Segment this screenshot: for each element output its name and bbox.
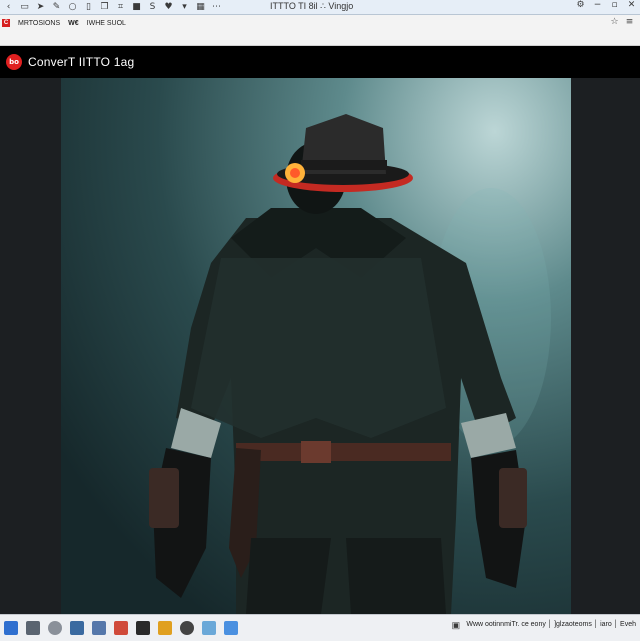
bookmarks-bar: C MRTOSIONS W€ IWHE SUOL ☆ ≡ xyxy=(0,15,640,46)
record-icon[interactable] xyxy=(180,621,194,635)
bookmark-item-1[interactable]: MRTOSIONS xyxy=(18,20,60,27)
artwork-image[interactable] xyxy=(61,78,571,614)
heart-icon[interactable]: ♥ xyxy=(164,2,173,12)
window-controls: ⚙ − ▫ ✕ xyxy=(576,1,636,10)
crop-icon[interactable]: ⌗ xyxy=(116,2,125,12)
cursor-icon[interactable]: ➤ xyxy=(36,2,45,12)
window-title: ITTTO TI 8il ∴ Vingjo xyxy=(270,1,354,11)
dots-icon[interactable]: ⋯ xyxy=(212,2,221,12)
bookmarks-right: ☆ ≡ xyxy=(610,18,634,27)
right-gauntlet xyxy=(499,468,527,528)
left-gauntlet xyxy=(149,468,179,528)
star-icon[interactable]: ☆ xyxy=(610,18,619,27)
file-icon[interactable] xyxy=(202,621,216,635)
image-icon[interactable] xyxy=(224,621,238,635)
bookmark-item-2[interactable]: W€ xyxy=(68,20,79,27)
app-header: bo ConverT IITTO 1ag xyxy=(0,46,640,78)
menu-icon[interactable]: ≡ xyxy=(625,18,634,27)
hat-band xyxy=(301,160,387,170)
close-icon[interactable]: ✕ xyxy=(627,1,636,10)
taskbar-status: ▣ Www ootinnmiTr. ce eony │ ]glzaoteoms … xyxy=(451,621,636,630)
bar-icon[interactable]: ▯ xyxy=(84,2,93,12)
browser-icon[interactable] xyxy=(48,621,62,635)
stop-icon[interactable]: ■ xyxy=(132,2,141,12)
grid-icon[interactable]: ▦ xyxy=(196,2,205,12)
belt xyxy=(236,443,451,461)
back-icon[interactable]: ‹ xyxy=(4,2,13,12)
taskbar: ▣ Www ootinnmiTr. ce eony │ ]glzaoteoms … xyxy=(0,614,640,641)
bookmarks-row: C MRTOSIONS W€ IWHE SUOL xyxy=(0,15,640,31)
toolbar-icons: ‹ ▭ ➤ ✎ ○ ▯ ❐ ⌗ ■ S ♥ ▾ ▦ ⋯ xyxy=(0,2,221,12)
left-leg xyxy=(246,538,331,614)
circle-icon[interactable]: ○ xyxy=(68,2,77,12)
belt-buckle xyxy=(301,441,331,463)
window-titlebar: ‹ ▭ ➤ ✎ ○ ▯ ❐ ⌗ ■ S ♥ ▾ ▦ ⋯ ITTTO TI 8il… xyxy=(0,0,640,15)
app-favicon[interactable]: C xyxy=(2,19,10,27)
copy-icon[interactable]: ❐ xyxy=(100,2,109,12)
coat-cape xyxy=(191,258,446,438)
right-leg xyxy=(346,538,446,614)
artwork-svg xyxy=(149,114,551,614)
text-icon[interactable]: S xyxy=(148,2,157,12)
folder-icon[interactable]: ▭ xyxy=(20,2,29,12)
canvas-area xyxy=(0,78,640,614)
maximize-icon[interactable]: ▫ xyxy=(610,1,619,10)
minimize-icon[interactable]: − xyxy=(593,1,602,10)
app-title: ConverT IITTO 1ag xyxy=(28,55,135,69)
notification-icon[interactable]: ▣ xyxy=(451,621,461,630)
paint-icon[interactable] xyxy=(114,621,128,635)
taskbar-apps xyxy=(0,621,238,635)
start-icon[interactable] xyxy=(4,621,18,635)
terminal-icon[interactable] xyxy=(136,621,150,635)
search-icon[interactable] xyxy=(70,621,84,635)
status-text: Www ootinnmiTr. ce eony │ ]glzaoteoms │ … xyxy=(466,621,636,628)
settings-icon[interactable]: ⚙ xyxy=(576,1,585,10)
save-icon[interactable] xyxy=(26,621,40,635)
goggle-core xyxy=(290,168,300,178)
camera-icon[interactable] xyxy=(92,621,106,635)
bookmark-item-3[interactable]: IWHE SUOL xyxy=(87,20,126,27)
chrome-icon[interactable] xyxy=(158,621,172,635)
app-logo: bo xyxy=(6,54,22,70)
pen-icon[interactable]: ✎ xyxy=(52,2,61,12)
dropdown-icon[interactable]: ▾ xyxy=(180,2,189,12)
